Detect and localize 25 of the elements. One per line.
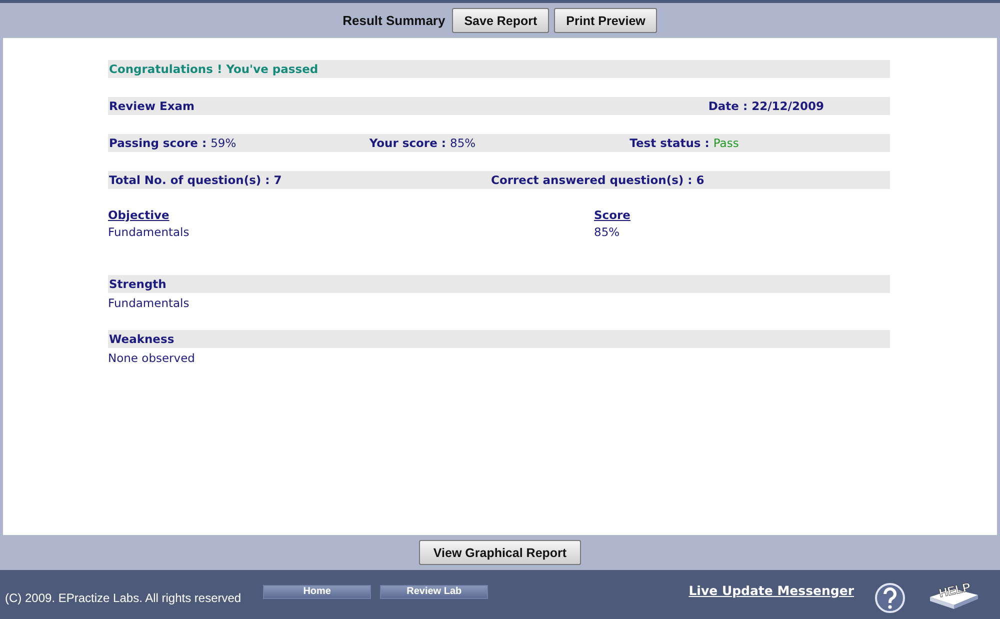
score-label: Passing score : 59% (109, 136, 236, 150)
score-label: Test status : Pass (630, 136, 739, 150)
congratulations-text: Congratulations ! You've passed (109, 62, 318, 76)
section-text: Fundamentals (108, 296, 190, 310)
exam-date: Date : 22/12/2009 (708, 99, 824, 113)
score-label: Your score : 85% (369, 136, 476, 150)
copyright-text: (C) 2009. EPractize Labs. All rights reserved (5, 590, 242, 604)
toolbar-button[interactable]: Save Report (452, 8, 550, 33)
section-title: Strength (109, 277, 166, 291)
section-title: Weakness (109, 332, 174, 346)
column-header: Objective (108, 208, 170, 222)
nav-button[interactable]: Home (263, 584, 372, 598)
column-header: Score (594, 208, 630, 222)
question-count: Correct answered question(s) : 6 (491, 173, 704, 187)
question-count: Total No. of question(s) : 7 (109, 173, 282, 187)
messenger-link[interactable]: Live Update Messenger (688, 583, 854, 598)
section-text: None observed (108, 351, 196, 365)
table-cell-text: 85% (594, 225, 621, 239)
nav-button[interactable]: Review Lab (380, 584, 488, 598)
help-icon[interactable] (874, 582, 906, 614)
graphical-report-button[interactable]: View Graphical Report (419, 540, 581, 565)
exam-name: Review Exam (109, 99, 195, 113)
page-title: Result Summary (342, 13, 446, 28)
table-cell-text: Fundamentals (108, 225, 190, 239)
toolbar-button[interactable]: Print Preview (554, 8, 658, 33)
